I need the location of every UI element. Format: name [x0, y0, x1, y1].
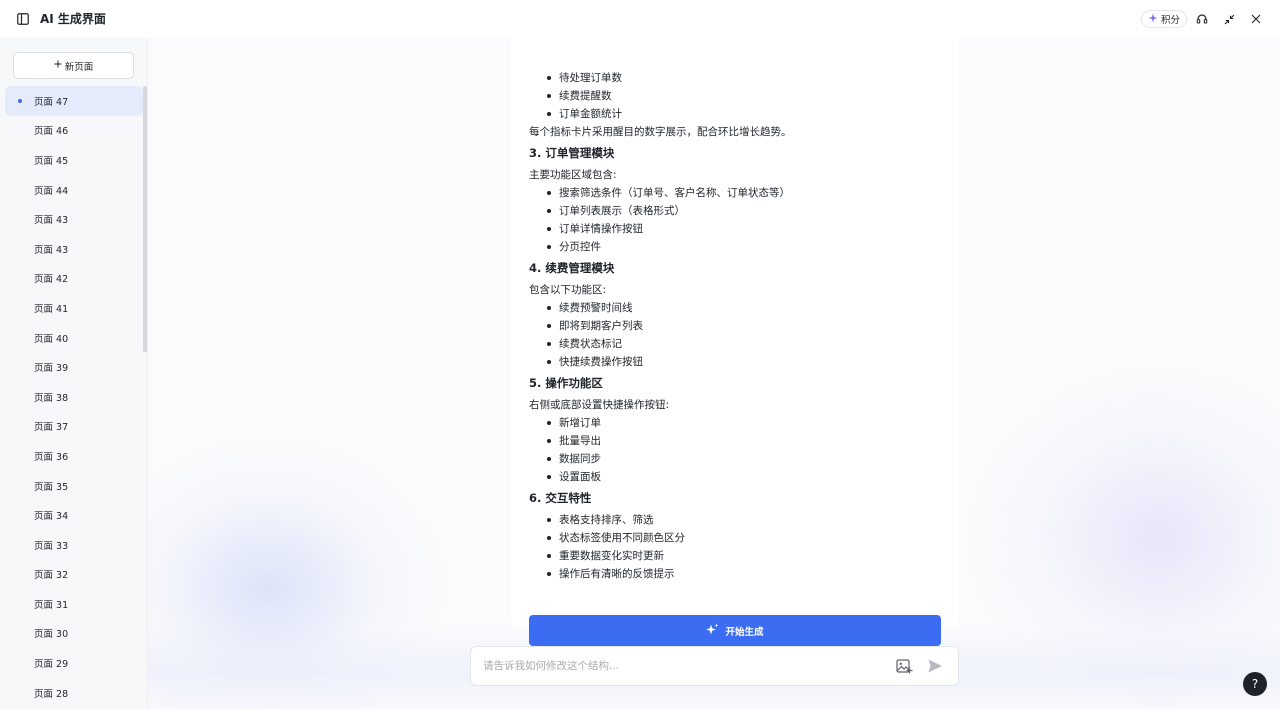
- sidebar-page-label: 页面 44: [34, 185, 69, 197]
- list-item: 即将到期客户列表: [547, 320, 643, 332]
- sidebar-page-label: 页面 36: [34, 451, 69, 463]
- section-heading: 3. 订单管理模块: [529, 146, 615, 160]
- list-item: 续费状态标记: [547, 338, 622, 350]
- list-item: 订单详情操作按钮: [547, 223, 643, 235]
- points-button[interactable]: 积分: [1141, 10, 1187, 28]
- sidebar-page-item[interactable]: 页面 41: [5, 293, 143, 323]
- sparkle-icon: [1148, 13, 1158, 26]
- sidebar-page-label: 页面 28: [34, 688, 69, 700]
- section-heading: 6. 交互特性: [529, 491, 592, 505]
- structure-card: 待处理订单数 续费提醒数订单金额统计每个指标卡片采用醒目的数字展示，配合环比增长趋…: [511, 38, 959, 646]
- list-item: 批量导出: [547, 435, 601, 447]
- collapse-arrows-icon[interactable]: [1222, 12, 1236, 26]
- active-dot: [18, 98, 22, 103]
- modify-input-box: [470, 646, 959, 686]
- sidebar-page-item[interactable]: 页面 31: [5, 589, 143, 619]
- list-item: 待处理订单数: [547, 72, 622, 84]
- app-title: AI 生成界面: [40, 12, 106, 26]
- plus-icon: [54, 60, 62, 71]
- sidebar-page-label: 页面 43: [34, 215, 69, 227]
- sidebar-page-item[interactable]: 页面 33: [5, 530, 143, 560]
- list-item: 搜索筛选条件（订单号、客户名称、订单状态等）: [547, 187, 790, 199]
- sidebar-page-label: 页面 38: [34, 392, 69, 404]
- sidebar-page-item[interactable]: 页面 36: [5, 441, 143, 471]
- sidebar-page-item[interactable]: 页面 37: [5, 412, 143, 442]
- generate-label: 开始生成: [725, 626, 764, 638]
- new-page-button[interactable]: 新页面: [13, 52, 134, 79]
- list-item: 设置面板: [547, 471, 601, 483]
- sidebar-page-label: 页面 34: [34, 511, 69, 523]
- sidebar-page-item[interactable]: 页面 34: [5, 500, 143, 530]
- sidebar-page-item[interactable]: 页面 38: [5, 382, 143, 412]
- sparkle-icon: [706, 623, 719, 639]
- sidebar-page-label: 页面 41: [34, 303, 69, 315]
- sidebar-page-label: 页面 40: [34, 333, 69, 345]
- main-area: 待处理订单数 续费提醒数订单金额统计每个指标卡片采用醒目的数字展示，配合环比增长趋…: [148, 38, 1280, 709]
- sidebar-page-label: 页面 39: [34, 363, 69, 375]
- list-item: 表格支持排序、筛选: [547, 514, 654, 526]
- sidebar-toggle-icon[interactable]: [16, 12, 30, 26]
- list-item: 订单金额统计: [547, 108, 622, 120]
- list-item: 新增订单: [547, 417, 601, 429]
- sidebar-page-label: 页面 37: [34, 422, 69, 434]
- title-bar: AI 生成界面 积分: [0, 0, 1280, 38]
- close-icon[interactable]: [1249, 12, 1263, 26]
- list-item: 续费预警时间线: [547, 302, 633, 314]
- sidebar-page-item[interactable]: 页面 43: [5, 204, 143, 234]
- modify-input[interactable]: [483, 657, 883, 675]
- sidebar-page-label: 页面 30: [34, 629, 69, 641]
- sidebar-page-item[interactable]: 页面 40: [5, 323, 143, 353]
- sidebar-page-label: 页面 45: [34, 155, 69, 167]
- sidebar-page-item[interactable]: 页面 42: [5, 264, 143, 294]
- section-heading: 4. 续费管理模块: [529, 261, 615, 275]
- sidebar-page-item[interactable]: 页面 29: [5, 648, 143, 678]
- sidebar-page-item[interactable]: 页面 28: [5, 678, 143, 708]
- sidebar-page-label: 页面 46: [34, 126, 69, 138]
- list-item: 数据同步: [547, 453, 601, 465]
- sidebar-page-item[interactable]: 页面 30: [5, 619, 143, 649]
- sidebar-page-label: 页面 42: [34, 274, 69, 286]
- list-item: 操作后有清晰的反馈提示: [547, 568, 675, 580]
- sidebar-page-item[interactable]: 页面 35: [5, 471, 143, 501]
- sidebar-page-label: 页面 43: [34, 244, 69, 256]
- sidebar-page-item[interactable]: 页面 47: [5, 86, 143, 116]
- list-item: 重要数据变化实时更新: [547, 550, 664, 562]
- sidebar-page-label: 页面 29: [34, 659, 69, 671]
- sidebar-page-item[interactable]: 页面 44: [5, 175, 143, 205]
- section-intro: 包含以下功能区:: [529, 284, 607, 296]
- sidebar-page-item[interactable]: 页面 45: [5, 145, 143, 175]
- sidebar-page-item[interactable]: 页面 32: [5, 560, 143, 590]
- points-label: 积分: [1160, 15, 1180, 26]
- sidebar-page-label: 页面 35: [34, 481, 69, 493]
- section-intro: 主要功能区域包含:: [529, 169, 617, 181]
- sidebar-page-item[interactable]: 页面 39: [5, 352, 143, 382]
- sidebar-page-label: 页面 32: [34, 570, 69, 582]
- section-intro: 右侧或底部设置快捷操作按钮:: [529, 399, 670, 411]
- sidebar-scrollbar[interactable]: [143, 86, 147, 352]
- list-item: 分页控件: [547, 241, 601, 253]
- sidebar-page-label: 页面 33: [34, 540, 69, 552]
- sidebar: 新页面 页面 47 页面 46 页面 45 页面 44 页面 43 页面 43 页面 42 页…: [0, 38, 148, 709]
- section-heading: 5. 操作功能区: [529, 376, 603, 390]
- page-list: 页面 47 页面 46 页面 45 页面 44 页面 43 页面 43 页面 42 页面 41…: [5, 86, 143, 707]
- list-item: 快捷续费操作按钮: [547, 356, 643, 368]
- list-item: 续费提醒数: [547, 90, 612, 102]
- image-add-icon[interactable]: [896, 658, 914, 676]
- headset-icon[interactable]: [1195, 12, 1209, 26]
- sidebar-page-item[interactable]: 页面 43: [5, 234, 143, 264]
- paragraph: 每个指标卡片采用醒目的数字展示，配合环比增长趋势。: [529, 126, 792, 138]
- sidebar-page-item[interactable]: 页面 46: [5, 116, 143, 146]
- list-item: 订单列表展示（表格形式）: [547, 205, 685, 217]
- sidebar-page-label: 页面 47: [34, 96, 69, 108]
- send-icon[interactable]: [927, 658, 945, 676]
- new-page-label: 新页面: [64, 61, 94, 73]
- help-button[interactable]: ?: [1243, 672, 1267, 696]
- sidebar-page-label: 页面 31: [34, 599, 69, 611]
- list-item: 状态标签使用不同颜色区分: [547, 532, 685, 544]
- generate-button[interactable]: 开始生成: [529, 615, 941, 646]
